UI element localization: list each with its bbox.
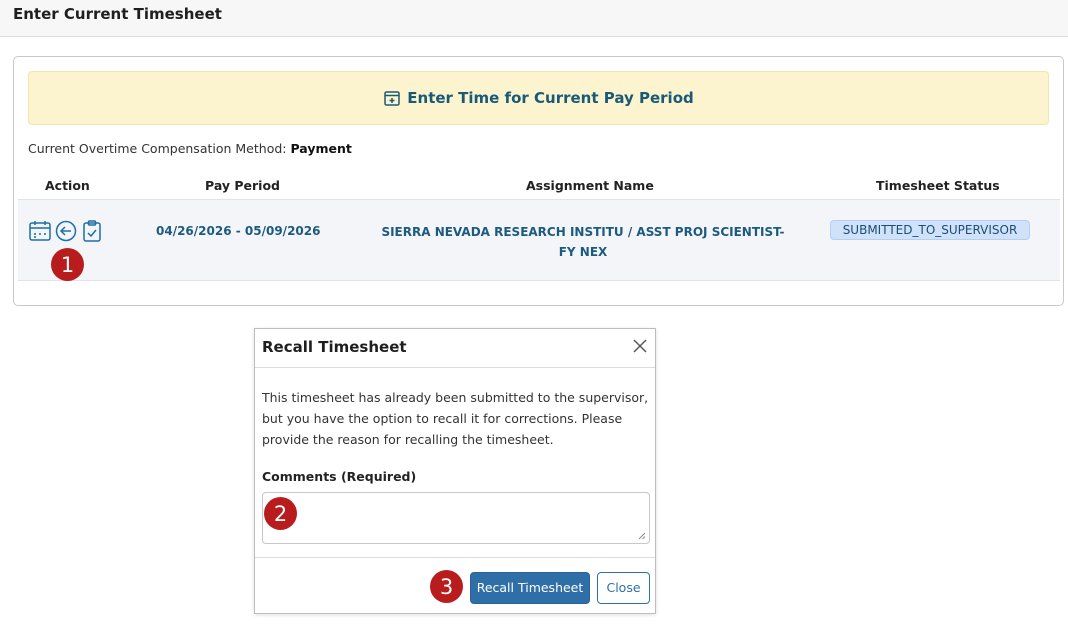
calendar-plus-icon <box>383 89 401 107</box>
resize-grip-icon[interactable] <box>638 532 646 540</box>
recall-arrow-icon[interactable] <box>54 219 78 243</box>
step-marker-3: 3 <box>430 570 463 603</box>
step-marker-2: 2 <box>264 497 297 530</box>
overtime-label: Current Overtime Compensation Method: <box>28 141 287 156</box>
enter-time-label: Enter Time for Current Pay Period <box>407 89 694 107</box>
table-row: 04/26/2026 - 05/09/2026 SIERRA NEVADA RE… <box>18 199 1060 281</box>
calendar-icon[interactable] <box>28 219 52 243</box>
comments-label: Comments (Required) <box>262 469 417 484</box>
col-header-status: Timesheet Status <box>876 178 1000 193</box>
enter-time-button[interactable]: Enter Time for Current Pay Period <box>28 71 1049 125</box>
page-title: Enter Current Timesheet <box>13 5 222 23</box>
dialog-header: Recall Timesheet <box>255 329 655 368</box>
page-header: Enter Current Timesheet <box>0 0 1068 37</box>
recall-timesheet-dialog: Recall Timesheet This timesheet has alre… <box>254 328 656 614</box>
col-header-pay-period: Pay Period <box>205 178 280 193</box>
close-icon[interactable] <box>631 337 649 355</box>
col-header-action: Action <box>45 178 90 193</box>
overtime-method: Current Overtime Compensation Method: Pa… <box>28 141 352 156</box>
overtime-value: Payment <box>290 141 352 156</box>
assignment-name-link[interactable]: SIERRA NEVADA RESEARCH INSTITU / ASST PR… <box>376 222 790 262</box>
row-actions <box>28 219 104 243</box>
dialog-title: Recall Timesheet <box>262 338 407 356</box>
recall-timesheet-button[interactable]: Recall Timesheet <box>470 572 590 604</box>
step-marker-1: 1 <box>51 248 84 281</box>
col-header-assignment: Assignment Name <box>526 178 654 193</box>
pay-period-link[interactable]: 04/26/2026 - 05/09/2026 <box>156 224 320 238</box>
timesheet-card: Enter Time for Current Pay Period Curren… <box>13 56 1064 306</box>
comments-field[interactable] <box>262 492 650 544</box>
clipboard-check-icon[interactable] <box>80 219 104 243</box>
status-badge: SUBMITTED_TO_SUPERVISOR <box>830 220 1030 240</box>
dialog-footer-divider <box>255 557 655 558</box>
close-button[interactable]: Close <box>597 572 650 604</box>
dialog-message: This timesheet has already been submitte… <box>262 390 649 447</box>
